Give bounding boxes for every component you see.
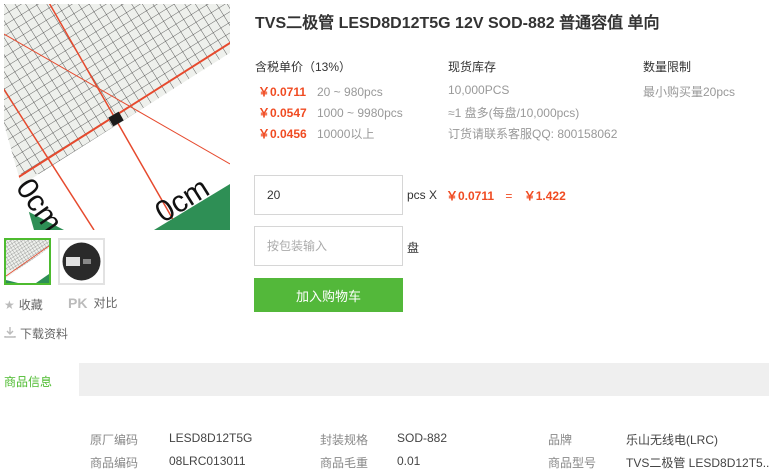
spec-value: 乐山无线电(LRC)	[626, 433, 718, 447]
add-to-cart-button[interactable]: 加入购物车	[254, 278, 403, 312]
tier-range: 1000 ~ 9980pcs	[317, 106, 403, 120]
package-unit: 盘	[407, 241, 420, 255]
stock-reels: ≈1 盘多(每盘/10,000pcs)	[448, 106, 580, 120]
calc-total-price: ￥1.422	[523, 189, 566, 203]
spec-value: SOD-882	[397, 431, 448, 445]
compare-button[interactable]: PK 对比	[68, 294, 117, 311]
package-quantity-input[interactable]	[254, 226, 403, 266]
favorite-button[interactable]: ★ 收藏	[4, 296, 43, 313]
thumbnail-strip	[4, 238, 105, 285]
limit-header: 数量限制	[643, 60, 692, 74]
star-icon: ★	[4, 297, 15, 312]
thumbnail-1[interactable]	[4, 238, 51, 285]
product-photo: 0cm 0cm	[4, 4, 230, 230]
spec-value: TVS二极管 LESD8D12T5...	[626, 456, 769, 470]
calc-equals: =	[505, 189, 513, 203]
spec-value: 0.01	[397, 454, 421, 468]
download-datasheet-button[interactable]: 下载资料	[4, 325, 68, 342]
thumbnail-2-image	[60, 240, 103, 283]
tier-price: ￥0.0547	[258, 106, 307, 120]
main-product-image: 0cm 0cm	[4, 4, 230, 230]
spec-key: 商品毛重	[320, 456, 369, 470]
spec-key: 封装规格	[320, 433, 369, 447]
calc-unit-price: ￥0.0711	[446, 189, 495, 203]
price-calculation: ￥0.0711 = ￥1.422	[446, 187, 566, 204]
spec-value: LESD8D12T5G	[169, 431, 253, 445]
quantity-input[interactable]	[254, 175, 403, 215]
stock-quantity: 10,000PCS	[448, 83, 510, 97]
tier-price: ￥0.0456	[258, 127, 307, 141]
thumbnail-2[interactable]	[58, 238, 105, 285]
download-label: 下载资料	[20, 327, 69, 341]
tier-range: 20 ~ 980pcs	[317, 85, 383, 99]
price-tier: ￥0.0711 20 ~ 980pcs	[258, 83, 383, 100]
tier-range: 10000以上	[317, 127, 375, 141]
spec-key: 原厂编码	[90, 433, 139, 447]
product-title: TVS二极管 LESD8D12T5G 12V SOD-882 普通容值 单向	[255, 15, 660, 32]
stock-contact: 订货请联系客服QQ: 800158062	[448, 127, 618, 141]
spec-key: 品牌	[548, 433, 573, 447]
price-tier: ￥0.0547 1000 ~ 9980pcs	[258, 104, 403, 121]
tier-price: ￥0.0711	[258, 85, 307, 99]
min-order-text: 最小购买量20pcs	[643, 85, 736, 99]
detail-tabbar: 商品信息	[0, 363, 769, 396]
compare-label: 对比	[93, 296, 118, 310]
thumbnail-1-image	[6, 240, 49, 283]
tab-product-info[interactable]: 商品信息	[0, 363, 79, 396]
quantity-unit: pcs X	[407, 188, 438, 202]
spec-key: 商品型号	[548, 456, 597, 470]
spec-value: 08LRC013011	[169, 454, 246, 468]
price-tier: ￥0.0456 10000以上	[258, 125, 374, 142]
favorite-label: 收藏	[18, 298, 43, 312]
pk-icon: PK	[68, 294, 88, 311]
stock-header: 现货库存	[448, 60, 497, 74]
spec-key: 商品编码	[90, 456, 139, 470]
download-icon	[4, 326, 16, 341]
price-header: 含税单价（13%）	[255, 60, 352, 74]
